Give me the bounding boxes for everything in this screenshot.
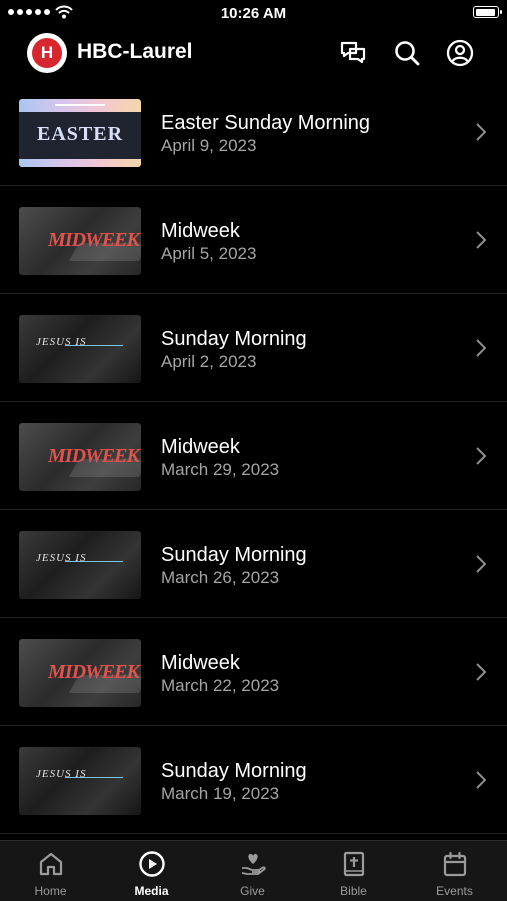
media-list-item[interactable]: JESUS IS Sunday Morning April 2, 2023 [0,294,507,402]
media-list-item[interactable]: JESUS IS Sunday Morning March 19, 2023 [0,726,507,834]
media-date: March 26, 2023 [161,568,280,587]
media-thumbnail-jesus-is: JESUS IS [19,315,141,383]
tab-media[interactable]: Media [101,841,202,901]
play-circle-icon [139,851,165,877]
chevron-right-icon [476,231,487,249]
battery-icon [473,6,502,18]
media-thumbnail-midweek: MIDWEEK [19,423,141,491]
media-title: Sunday Morning [161,544,307,566]
app-header: H HBC-Laurel [0,28,507,78]
tab-media-label: Media [134,884,169,898]
media-thumbnail-midweek: MIDWEEK [19,207,141,275]
chat-icon[interactable] [338,38,368,68]
media-title: Sunday Morning [161,760,307,782]
tab-bar: Home Media Give Bible Events [0,840,507,901]
media-title: Easter Sunday Morning [161,112,371,134]
media-date: March 22, 2023 [161,676,280,695]
tab-bible[interactable]: Bible [303,841,404,901]
thumbnail-jesus-is-text: JESUS IS [36,552,87,564]
tab-home-label: Home [34,884,67,898]
chevron-right-icon [476,447,487,465]
logo-letter: H [32,38,62,68]
chevron-right-icon [476,663,487,681]
media-date: April 9, 2023 [161,136,257,155]
app-title: HBC-Laurel [77,40,193,63]
media-thumbnail-jesus-is: JESUS IS [19,531,141,599]
profile-icon[interactable] [445,38,475,68]
media-list-item[interactable]: JESUS IS Sunday Morning March 26, 2023 [0,510,507,618]
media-title: Midweek [161,652,240,674]
church-logo: H [27,33,67,73]
media-list-item[interactable]: EASTER Easter Sunday Morning April 9, 20… [0,78,507,186]
thumbnail-midweek-text: MIDWEEK [48,445,140,467]
media-thumbnail-midweek: MIDWEEK [19,639,141,707]
give-hand-heart-icon [241,853,266,875]
media-thumbnail-easter: EASTER [19,99,141,167]
media-date: April 5, 2023 [161,244,257,263]
media-list-item[interactable]: MIDWEEK Midweek April 5, 2023 [0,186,507,294]
home-icon [39,852,63,876]
bible-icon [343,851,365,877]
status-time: 10:26 AM [220,5,287,22]
calendar-icon [443,851,467,877]
tab-give[interactable]: Give [202,841,303,901]
tab-home[interactable]: Home [0,841,101,901]
media-list-item[interactable]: MIDWEEK Midweek March 29, 2023 [0,402,507,510]
status-bar: 10:26 AM [0,0,507,28]
search-icon[interactable] [392,38,422,68]
media-list-item[interactable]: MIDWEEK Midweek March 22, 2023 [0,618,507,726]
thumbnail-jesus-is-text: JESUS IS [36,336,87,348]
tab-give-label: Give [240,884,265,898]
thumbnail-easter-text: EASTER [36,123,124,145]
media-title: Sunday Morning [161,328,307,350]
thumbnail-midweek-text: MIDWEEK [48,661,140,683]
tab-events[interactable]: Events [404,841,505,901]
chevron-right-icon [476,339,487,357]
tab-events-label: Events [436,884,473,898]
chevron-right-icon [476,555,487,573]
media-date: March 29, 2023 [161,460,280,479]
chevron-right-icon [476,123,487,141]
thumbnail-midweek-text: MIDWEEK [48,229,140,251]
media-thumbnail-jesus-is: JESUS IS [19,747,141,815]
media-title: Midweek [161,220,240,242]
tab-bible-label: Bible [340,884,367,898]
media-date: March 19, 2023 [161,784,280,803]
media-date: April 2, 2023 [161,352,257,371]
media-list: EASTER Easter Sunday Morning April 9, 20… [0,78,507,834]
chevron-right-icon [476,771,487,789]
media-title: Midweek [161,436,240,458]
thumbnail-jesus-is-text: JESUS IS [36,768,87,780]
